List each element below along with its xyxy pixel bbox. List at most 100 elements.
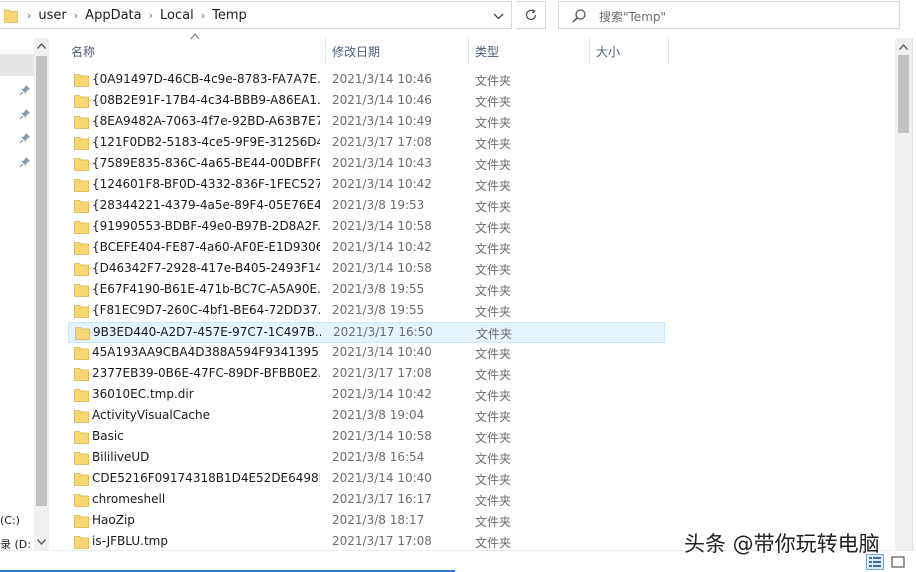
file-row[interactable]: chromeshell 2021/3/17 16:17 文件夹	[68, 490, 665, 511]
file-name: 2377EB39-0B6E-47FC-89DF-BFBB0E2...	[92, 366, 320, 380]
search-input[interactable]: 搜索"Temp"	[599, 8, 666, 25]
breadcrumb-item-local[interactable]: Local	[160, 8, 194, 23]
refresh-button[interactable]	[516, 1, 546, 29]
window-edge	[912, 38, 916, 550]
folder-icon	[74, 158, 89, 171]
folder-icon	[74, 431, 89, 444]
file-type: 文件夹	[475, 368, 512, 382]
file-row[interactable]: ActivityVisualCache 2021/3/8 19:04 文件夹	[68, 406, 665, 427]
file-date: 2021/3/14 10:58	[332, 261, 432, 275]
chevron-right-icon[interactable]: ›	[20, 9, 38, 22]
file-row[interactable]: {08B2E91F-17B4-4c34-BBB9-A86EA1... 2021/3…	[68, 91, 665, 112]
column-divider[interactable]	[468, 38, 469, 64]
file-list-scrollbar[interactable]	[895, 38, 912, 550]
scrollbar-thumb[interactable]	[898, 55, 909, 133]
file-row[interactable]: {D46342F7-2928-417e-B405-2493F14... 2021/…	[68, 259, 665, 280]
file-row[interactable]: {28344221-4379-4a5e-89F4-05E76E4... 2021/…	[68, 196, 665, 217]
breadcrumb-item-appdata[interactable]: AppData	[85, 8, 141, 23]
file-list: 名称 修改日期 类型 大小 {0A91497D-46CB-4c9e-8783-F…	[49, 30, 895, 550]
pin-icon	[19, 157, 30, 168]
file-date: 2021/3/14 10:43	[332, 156, 432, 170]
file-name: chromeshell	[92, 492, 166, 506]
file-row[interactable]: HaoZip 2021/3/8 18:17 文件夹	[68, 511, 665, 532]
file-name: 9B3ED440-A2D7-457E-97C7-1C497B...	[93, 325, 321, 339]
chevron-down-icon	[37, 539, 46, 545]
file-date: 2021/3/17 17:08	[332, 366, 432, 380]
column-divider[interactable]	[668, 38, 669, 64]
file-type: 文件夹	[475, 305, 512, 319]
column-type[interactable]: 类型	[471, 38, 589, 64]
column-size[interactable]: 大小	[592, 38, 668, 64]
scroll-up-button[interactable]	[34, 38, 49, 54]
file-row[interactable]: BililiveUD 2021/3/8 16:54 文件夹	[68, 448, 665, 469]
file-row[interactable]: 45A193AA9CBA4D388A594F9341395... 2021/3/1…	[68, 343, 665, 364]
file-row[interactable]: {E67F4190-B61E-471b-BC7C-A5A90E... 2021/3…	[68, 280, 665, 301]
file-type: 文件夹	[475, 158, 512, 172]
address-history-button[interactable]	[489, 8, 507, 24]
file-name: {8EA9482A-7063-4f7e-92BD-A63B7E7...	[92, 114, 320, 128]
column-divider[interactable]	[325, 38, 326, 64]
file-row[interactable]: 9B3ED440-A2D7-457E-97C7-1C497B... 2021/3/…	[68, 322, 665, 343]
file-row[interactable]: 2377EB39-0B6E-47FC-89DF-BFBB0E2... 2021/3…	[68, 364, 665, 385]
column-name[interactable]: 名称	[67, 38, 325, 64]
breadcrumb-item-user[interactable]: user	[38, 8, 66, 23]
file-row[interactable]: {8EA9482A-7063-4f7e-92BD-A63B7E7... 2021/…	[68, 112, 665, 133]
folder-icon	[74, 200, 89, 213]
scroll-down-button[interactable]	[34, 534, 49, 550]
file-date: 2021/3/14 10:58	[332, 429, 432, 443]
file-row[interactable]: {91990553-BDBF-49e0-B97B-2D8A2F... 2021/3…	[68, 217, 665, 238]
chevron-right-icon[interactable]: ›	[67, 9, 85, 22]
file-date: 2021/3/14 10:42	[332, 240, 432, 254]
address-bar[interactable]: › user › AppData › Local › Temp	[0, 1, 512, 29]
file-row[interactable]: {124601F8-BF0D-4332-836F-1FEC527... 2021/…	[68, 175, 665, 196]
nav-scrollbar[interactable]	[34, 38, 49, 550]
watermark: 头条 @带你玩转电脑	[684, 532, 880, 556]
pin-icon	[19, 133, 30, 144]
search-box[interactable]: 搜索"Temp"	[558, 1, 900, 29]
chevron-up-icon	[899, 43, 908, 50]
file-date: 2021/3/17 16:17	[332, 492, 432, 506]
file-row[interactable]: {0A91497D-46CB-4c9e-8783-FA7A7E... 2021/3…	[68, 70, 665, 91]
file-row[interactable]: is-JFBLU.tmp 2021/3/17 17:08 文件夹	[68, 532, 665, 550]
file-type: 文件夹	[475, 515, 512, 529]
folder-icon	[74, 515, 89, 528]
folder-icon	[74, 368, 89, 381]
breadcrumb-item-temp[interactable]: Temp	[212, 8, 247, 23]
file-row[interactable]: {121F0DB2-5183-4ce5-9F9E-31256D4... 2021/…	[68, 133, 665, 154]
scrollbar-thumb[interactable]	[36, 56, 47, 506]
file-row[interactable]: {F81EC9D7-260C-4bf1-BE64-72DD37... 2021/3…	[68, 301, 665, 322]
file-name: 45A193AA9CBA4D388A594F9341395...	[92, 345, 320, 359]
chevron-right-icon[interactable]: ›	[142, 9, 160, 22]
file-date: 2021/3/14 10:58	[332, 219, 432, 233]
column-date[interactable]: 修改日期	[328, 38, 468, 64]
folder-icon	[74, 473, 89, 486]
file-type: 文件夹	[475, 473, 512, 487]
file-row[interactable]: {7589E835-836C-4a65-BE44-00DBFFC... 2021/…	[68, 154, 665, 175]
column-divider[interactable]	[589, 38, 590, 64]
nav-item-drive-c[interactable]: (C:)	[0, 514, 20, 527]
file-name: {0A91497D-46CB-4c9e-8783-FA7A7E...	[92, 72, 320, 86]
file-date: 2021/3/14 10:40	[332, 471, 432, 485]
file-date: 2021/3/8 19:04	[332, 408, 425, 422]
file-name: BililiveUD	[92, 450, 150, 464]
file-row[interactable]: {BCEFE404-FE87-4a60-AF0E-E1D9306... 2021/…	[68, 238, 665, 259]
large-icons-view-button[interactable]	[889, 554, 907, 570]
file-date: 2021/3/17 17:08	[332, 534, 432, 548]
folder-icon	[74, 494, 89, 507]
nav-selected-item[interactable]	[0, 54, 34, 76]
file-type: 文件夹	[475, 263, 512, 277]
search-icon	[572, 9, 586, 23]
file-date: 2021/3/8 18:17	[332, 513, 425, 527]
large-icons-view-icon	[891, 556, 905, 568]
file-row[interactable]: Basic 2021/3/14 10:58 文件夹	[68, 427, 665, 448]
scroll-up-button[interactable]	[895, 38, 912, 55]
column-header: 名称 修改日期 类型 大小	[49, 38, 895, 64]
file-type: 文件夹	[475, 95, 512, 109]
chevron-right-icon[interactable]: ›	[194, 9, 212, 22]
file-type: 文件夹	[475, 137, 512, 151]
file-row[interactable]: 36010EC.tmp.dir 2021/3/14 10:42 文件夹	[68, 385, 665, 406]
file-type: 文件夹	[475, 200, 512, 214]
file-date: 2021/3/8 19:55	[332, 303, 425, 317]
file-row[interactable]: CDE5216F09174318B1D4E52DE6498E... 2021/3/…	[68, 469, 665, 490]
file-name: {91990553-BDBF-49e0-B97B-2D8A2F...	[92, 219, 320, 233]
